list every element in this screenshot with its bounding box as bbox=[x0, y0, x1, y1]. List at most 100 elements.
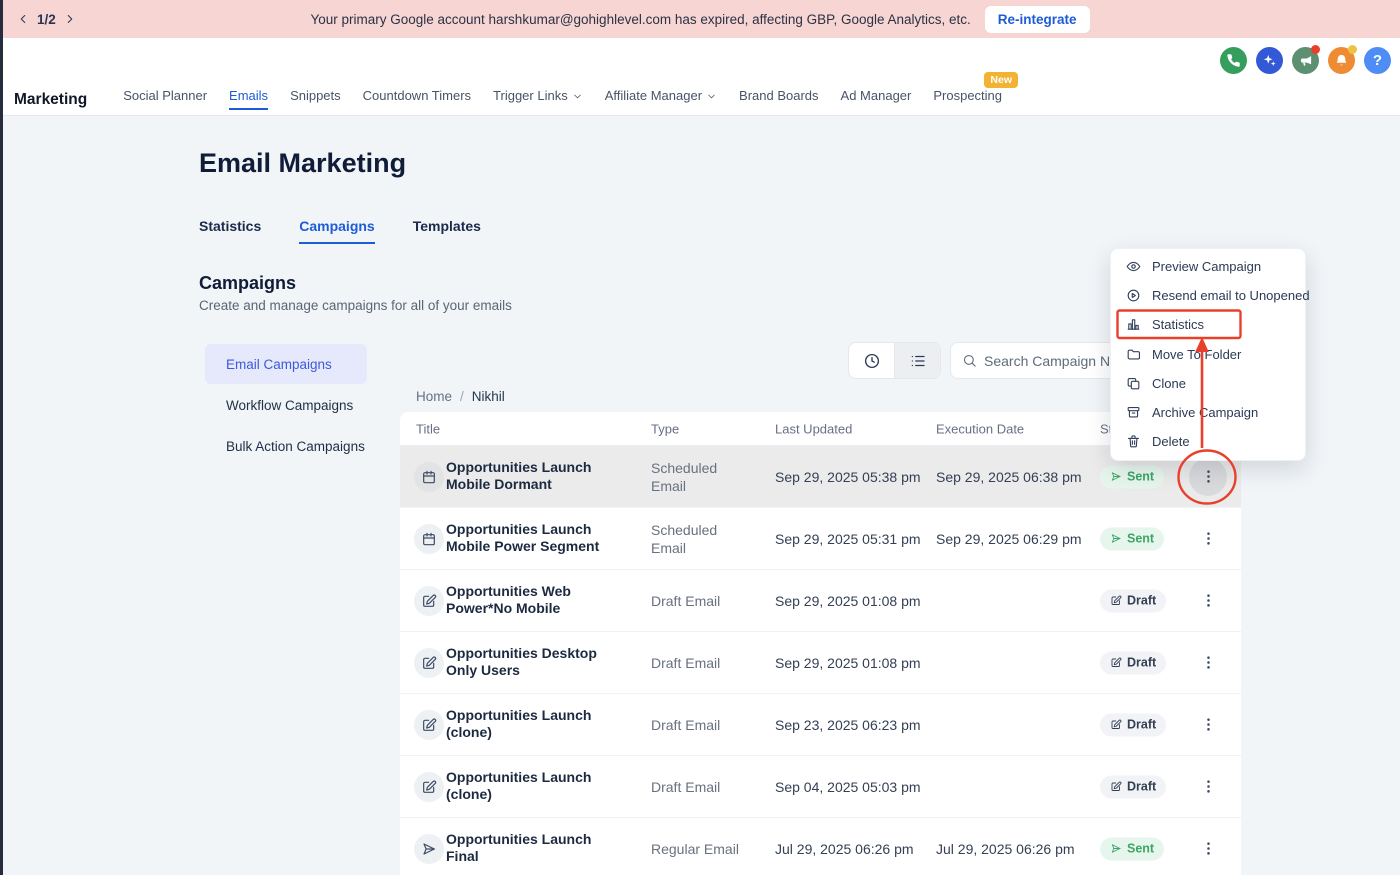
breadcrumb-current: Nikhil bbox=[472, 389, 505, 404]
nav-item-label: Brand Boards bbox=[739, 88, 819, 103]
reintegrate-button[interactable]: Re-integrate bbox=[985, 6, 1090, 33]
row-actions-kebab-icon[interactable] bbox=[1189, 520, 1227, 558]
alert-banner: 1/2 Your primary Google account harshkum… bbox=[0, 0, 1400, 38]
edit-icon bbox=[414, 648, 444, 678]
eye-icon bbox=[1126, 259, 1141, 274]
status-badge-wrap: Draft bbox=[1100, 651, 1166, 674]
breadcrumb-home[interactable]: Home bbox=[416, 389, 452, 404]
table-row[interactable]: Opportunities Launch Final Regular Email… bbox=[400, 818, 1241, 875]
campaigns-table: Title Type Last Updated Execution Date S… bbox=[400, 412, 1241, 875]
edit-icon bbox=[414, 586, 444, 616]
announcements-icon[interactable] bbox=[1292, 47, 1319, 74]
banner-prev-icon[interactable] bbox=[16, 12, 30, 26]
nav-item-affiliate-manager[interactable]: Affiliate Manager bbox=[605, 88, 717, 112]
campaign-type: Draft Email bbox=[651, 591, 751, 609]
nav-brand: Marketing bbox=[14, 91, 87, 109]
left-edge-strip bbox=[0, 0, 3, 875]
menu-item-move-to-folder[interactable]: Move To Folder bbox=[1111, 340, 1305, 369]
campaign-last-updated: Sep 23, 2025 06:23 pm bbox=[775, 715, 927, 733]
campaign-type: Scheduled Email bbox=[651, 520, 751, 556]
row-actions-kebab-icon[interactable] bbox=[1189, 706, 1227, 744]
banner-pager: 1/2 bbox=[16, 0, 77, 38]
status-badge-wrap: Draft bbox=[1100, 713, 1166, 736]
sidebar-item-email-campaigns[interactable]: Email Campaigns bbox=[205, 344, 367, 384]
nav-item-prospecting[interactable]: ProspectingNew bbox=[933, 88, 1002, 112]
campaign-last-updated: Jul 29, 2025 06:26 pm bbox=[775, 839, 927, 857]
context-menu-item-label: Delete bbox=[1152, 434, 1190, 449]
announcements-badge bbox=[1311, 45, 1320, 54]
col-exec: Execution Date bbox=[936, 421, 1024, 436]
row-actions-kebab-icon[interactable] bbox=[1189, 582, 1227, 620]
status-badge: Sent bbox=[1100, 837, 1164, 860]
row-actions-kebab-icon[interactable] bbox=[1189, 768, 1227, 806]
edit-icon bbox=[414, 710, 444, 740]
help-icon[interactable]: ? bbox=[1364, 47, 1391, 74]
nav-item-label: Countdown Timers bbox=[363, 88, 471, 103]
campaign-type: Draft Email bbox=[651, 715, 751, 733]
sidebar-item-workflow-campaigns[interactable]: Workflow Campaigns bbox=[205, 385, 367, 425]
nav-item-emails[interactable]: Emails bbox=[229, 88, 268, 112]
status-badge-wrap: Sent bbox=[1100, 837, 1164, 860]
menu-item-clone[interactable]: Clone bbox=[1111, 369, 1305, 398]
table-row[interactable]: Opportunities Web Power*No Mobile Draft … bbox=[400, 570, 1241, 632]
ai-sparkles-icon[interactable] bbox=[1256, 47, 1283, 74]
phone-icon[interactable] bbox=[1220, 47, 1247, 74]
banner-next-icon[interactable] bbox=[63, 12, 77, 26]
campaign-execution-date: Jul 29, 2025 06:26 pm bbox=[936, 839, 1088, 857]
row-actions-kebab-icon[interactable] bbox=[1189, 458, 1227, 496]
nav-item-label: Snippets bbox=[290, 88, 341, 103]
row-actions-kebab-icon[interactable] bbox=[1189, 830, 1227, 868]
campaign-type-sidebar: Email CampaignsWorkflow CampaignsBulk Ac… bbox=[205, 344, 367, 467]
play-circle-icon bbox=[1126, 288, 1141, 303]
campaign-type: Scheduled Email bbox=[651, 458, 751, 494]
schedule-view-button[interactable] bbox=[849, 343, 894, 378]
nav-item-brand-boards[interactable]: Brand Boards bbox=[739, 88, 819, 112]
table-row[interactable]: Opportunities Launch (clone) Draft Email… bbox=[400, 694, 1241, 756]
table-row[interactable]: Opportunities Launch Mobile Power Segmen… bbox=[400, 508, 1241, 570]
campaign-execution-date: Sep 29, 2025 06:38 pm bbox=[936, 467, 1088, 485]
campaign-type: Draft Email bbox=[651, 777, 751, 795]
campaign-title: Opportunities Launch (clone) bbox=[446, 769, 618, 805]
nav-item-ad-manager[interactable]: Ad Manager bbox=[841, 88, 912, 112]
campaign-title: Opportunities Launch Final bbox=[446, 831, 618, 867]
row-actions-kebab-icon[interactable] bbox=[1189, 644, 1227, 682]
sidebar-item-bulk-action-campaigns[interactable]: Bulk Action Campaigns bbox=[205, 426, 367, 466]
campaign-title: Opportunities Web Power*No Mobile bbox=[446, 583, 618, 619]
tab-statistics[interactable]: Statistics bbox=[199, 218, 261, 244]
nav-item-label: Trigger Links bbox=[493, 88, 568, 103]
calendar-icon bbox=[414, 462, 444, 492]
tab-templates[interactable]: Templates bbox=[413, 218, 481, 244]
status-badge-wrap: Sent bbox=[1100, 465, 1164, 488]
table-row[interactable]: Opportunities Launch (clone) Draft Email… bbox=[400, 756, 1241, 818]
campaign-last-updated: Sep 29, 2025 01:08 pm bbox=[775, 591, 927, 609]
context-menu-item-label: Statistics bbox=[1152, 317, 1204, 332]
campaign-title: Opportunities Launch Mobile Power Segmen… bbox=[446, 521, 618, 557]
status-badge: Draft bbox=[1100, 775, 1166, 798]
copy-icon bbox=[1126, 376, 1141, 391]
breadcrumb-separator: / bbox=[460, 389, 464, 404]
nav-item-label: Social Planner bbox=[123, 88, 207, 103]
campaign-last-updated: Sep 29, 2025 05:38 pm bbox=[775, 467, 927, 485]
nav-item-social-planner[interactable]: Social Planner bbox=[123, 88, 207, 112]
nav-item-snippets[interactable]: Snippets bbox=[290, 88, 341, 112]
chevron-down-icon bbox=[706, 91, 717, 102]
menu-item-preview-campaign[interactable]: Preview Campaign bbox=[1111, 252, 1305, 281]
context-menu-item-label: Clone bbox=[1152, 376, 1186, 391]
table-row[interactable]: Opportunities Desktop Only Users Draft E… bbox=[400, 632, 1241, 694]
menu-item-resend-email-to-unopened[interactable]: Resend email to Unopened bbox=[1111, 281, 1305, 310]
notifications-icon[interactable] bbox=[1328, 47, 1355, 74]
list-view-button[interactable] bbox=[894, 343, 940, 378]
col-title: Title bbox=[416, 421, 440, 436]
campaign-last-updated: Sep 29, 2025 05:31 pm bbox=[775, 529, 927, 547]
nav-item-trigger-links[interactable]: Trigger Links bbox=[493, 88, 583, 112]
menu-item-statistics[interactable]: Statistics bbox=[1111, 310, 1305, 339]
campaign-title: Opportunities Launch (clone) bbox=[446, 707, 618, 743]
status-badge: Draft bbox=[1100, 651, 1166, 674]
nav-item-countdown-timers[interactable]: Countdown Timers bbox=[363, 88, 471, 112]
tab-campaigns[interactable]: Campaigns bbox=[299, 218, 374, 244]
edit-icon bbox=[414, 772, 444, 802]
context-menu-item-label: Move To Folder bbox=[1152, 347, 1241, 362]
topbar-icon-group: ? bbox=[1220, 47, 1391, 74]
menu-item-delete[interactable]: Delete bbox=[1111, 427, 1305, 456]
menu-item-archive-campaign[interactable]: Archive Campaign bbox=[1111, 398, 1305, 427]
